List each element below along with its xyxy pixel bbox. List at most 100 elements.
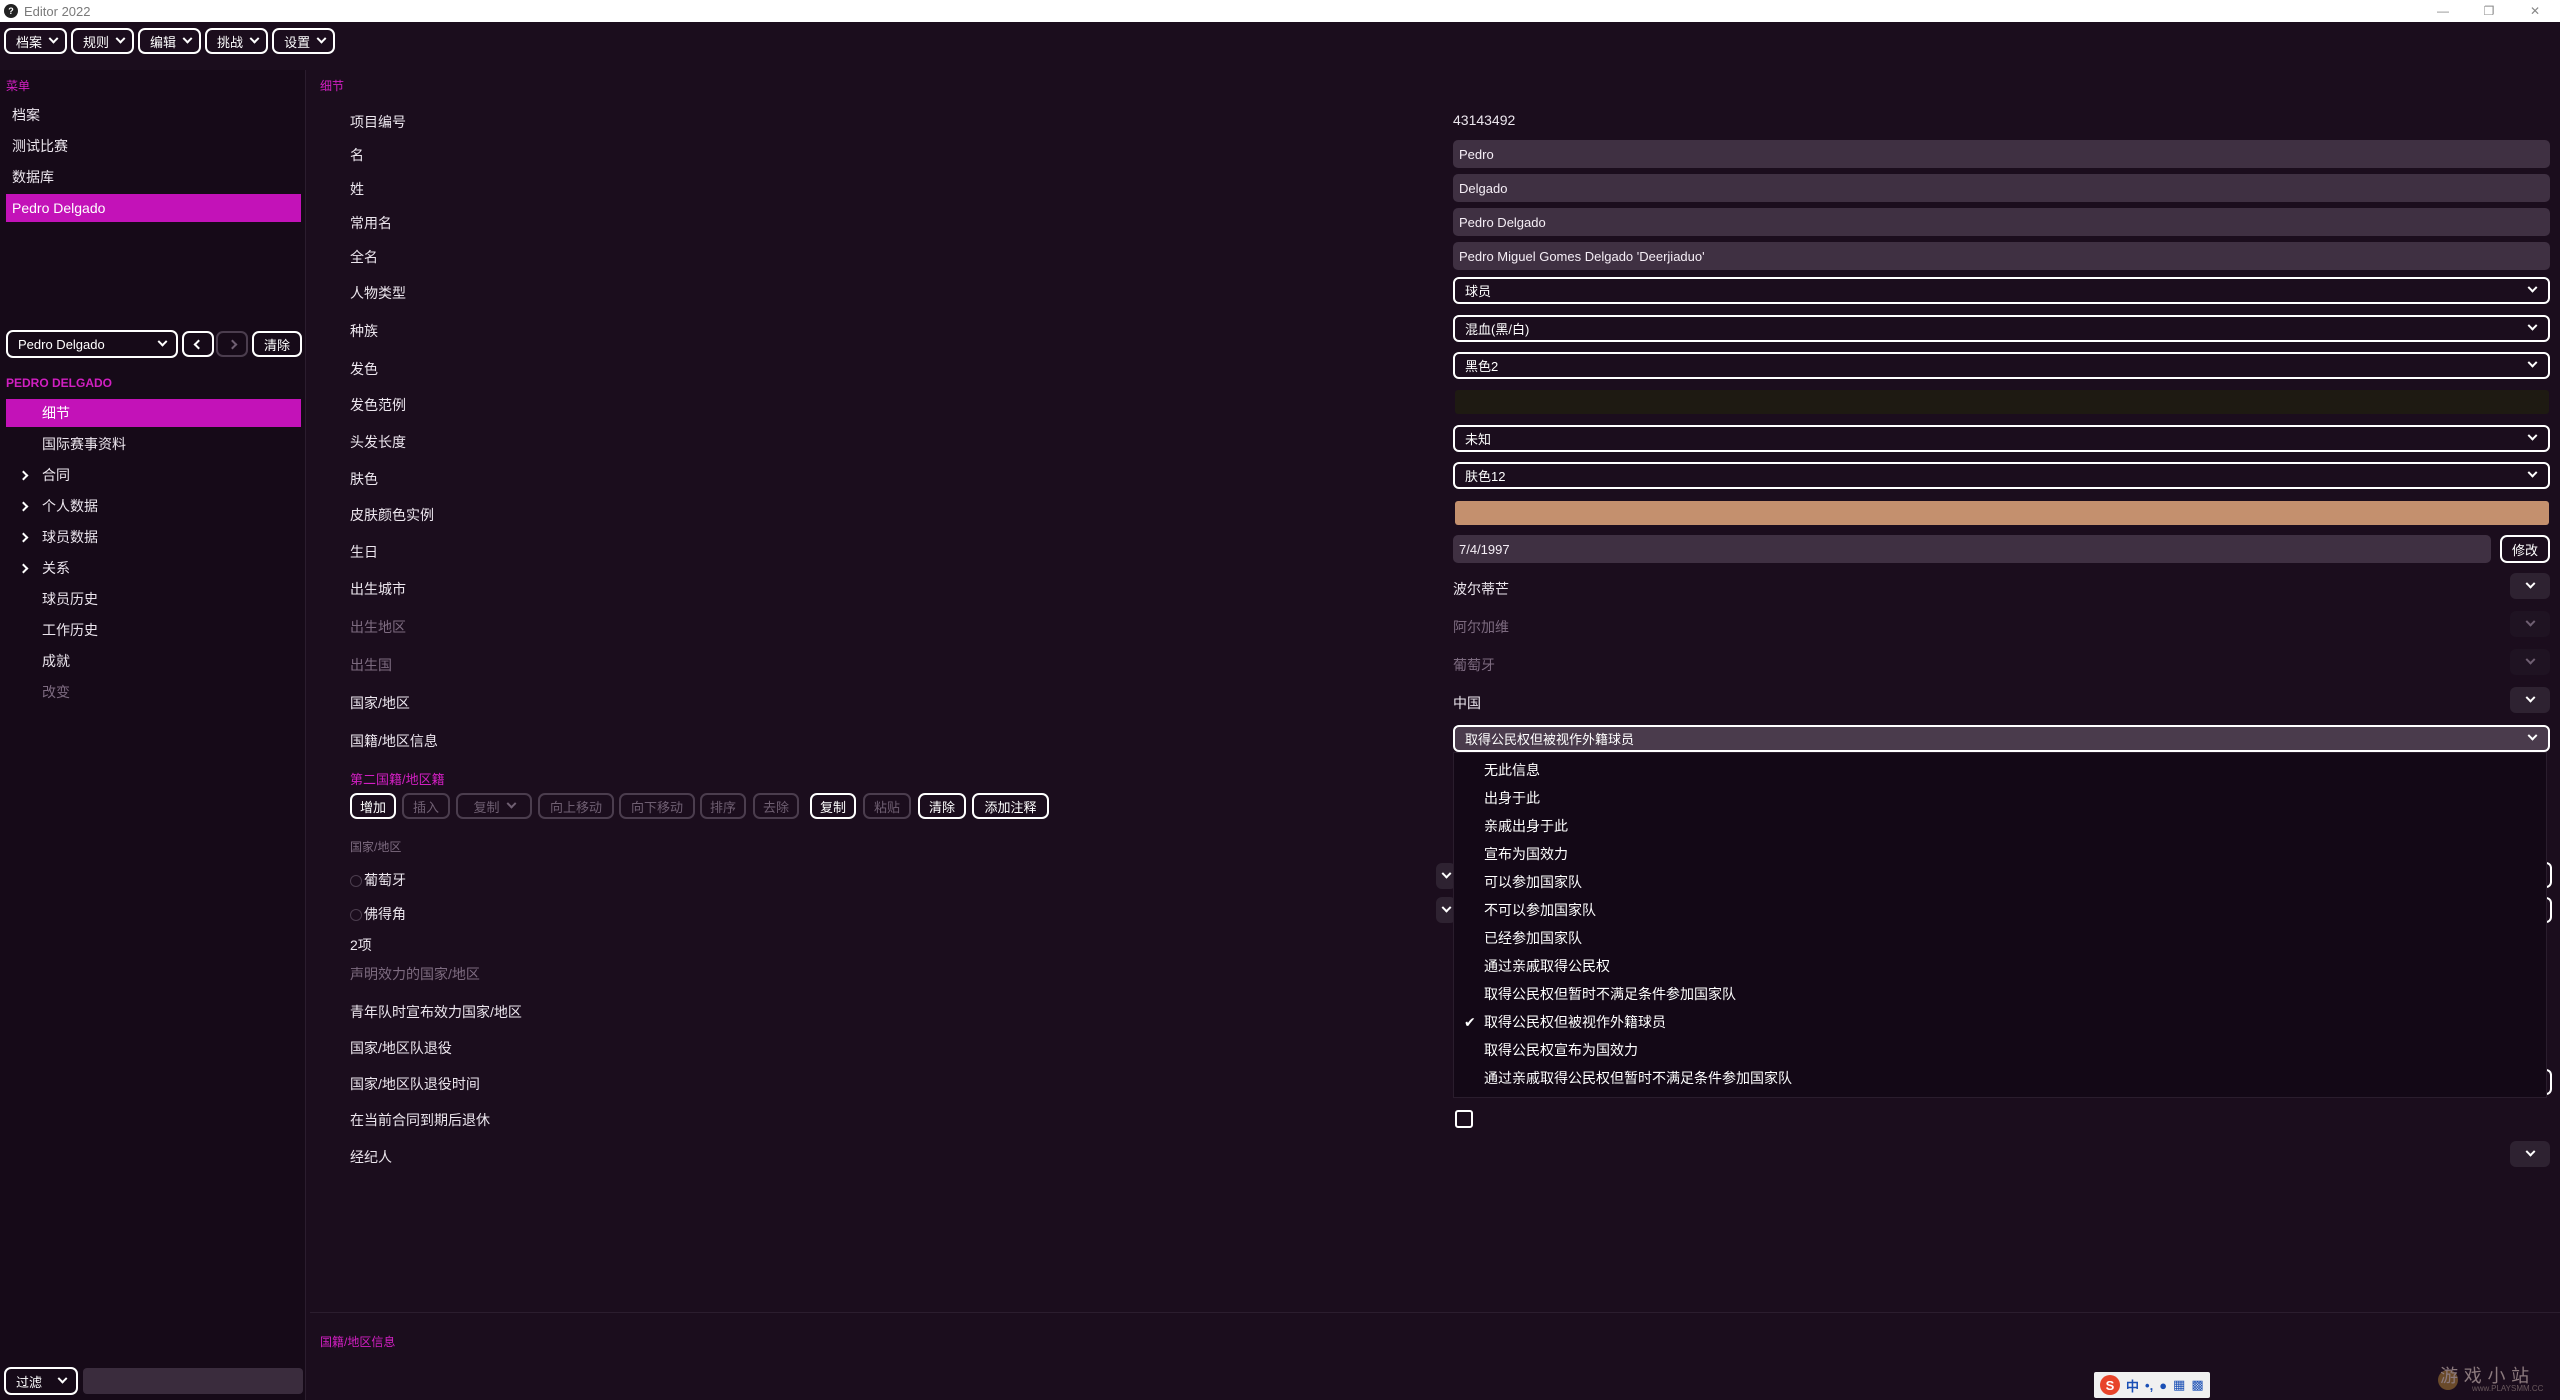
sidebar-item-test-match[interactable]: 测试比赛 xyxy=(6,132,301,160)
move-down-button[interactable]: 向下移动 xyxy=(619,793,695,819)
sidebar-item-player-data[interactable]: 球员数据 xyxy=(6,523,301,551)
clear-list-button[interactable]: 清除 xyxy=(918,793,966,819)
copy-button[interactable]: 复制 xyxy=(810,793,856,819)
restore-icon[interactable]: ❐ xyxy=(2466,0,2512,22)
sort-button[interactable]: 排序 xyxy=(700,793,746,819)
list-item-label: 佛得角 xyxy=(364,906,406,922)
dropdown-option[interactable]: 不可以参加国家队 xyxy=(1454,896,2548,924)
microphone-icon[interactable]: ● xyxy=(2159,1378,2167,1393)
person-select[interactable]: Pedro Delgado xyxy=(6,330,178,358)
insert-button[interactable]: 插入 xyxy=(402,793,450,819)
close-icon[interactable]: ✕ xyxy=(2512,0,2558,22)
last-name-field[interactable]: Delgado xyxy=(1453,174,2550,202)
dropdown-option[interactable]: 已经参加国家队 xyxy=(1454,924,2548,952)
add-note-button[interactable]: 添加注释 xyxy=(972,793,1049,819)
sidebar-item-person[interactable]: Pedro Delgado xyxy=(6,194,301,222)
chevron-down-icon xyxy=(182,33,193,44)
add-button[interactable]: 增加 xyxy=(350,793,396,819)
menu-label: 编辑 xyxy=(150,34,177,50)
sidebar-item-contract[interactable]: 合同 xyxy=(6,461,301,489)
birthday-field[interactable]: 7/4/1997 xyxy=(1453,535,2491,563)
radio-icon[interactable] xyxy=(350,909,362,922)
dropdown-option[interactable]: 取得公民权宣布为国效力 xyxy=(1454,1036,2548,1064)
remove-button[interactable]: 去除 xyxy=(753,793,799,819)
sidebar-item-achievements[interactable]: 成就 xyxy=(6,647,301,675)
sidebar-item-intl[interactable]: 国际赛事资料 xyxy=(6,430,301,458)
sidebar-item-label: 细节 xyxy=(42,405,70,421)
sidebar: 菜单 档案 测试比赛 数据库 Pedro Delgado Pedro Delga… xyxy=(0,70,306,1400)
chevron-down-icon xyxy=(2527,282,2538,293)
chevron-down-icon xyxy=(2525,616,2535,627)
forward-button[interactable] xyxy=(216,331,248,357)
back-button[interactable] xyxy=(182,331,214,357)
option-label: 可以参加国家队 xyxy=(1484,874,1582,890)
ime-mode-label[interactable]: 中 xyxy=(2126,1376,2139,1395)
dropdown-option[interactable]: 通过亲戚取得公民权但暂时不满足条件参加国家队 xyxy=(1454,1064,2548,1092)
filter-select[interactable]: 过滤 xyxy=(4,1367,78,1395)
birth-city-dropdown[interactable] xyxy=(2510,573,2550,599)
full-name-field[interactable]: Pedro Miguel Gomes Delgado 'Deerjiaduo' xyxy=(1453,242,2550,270)
first-name-field[interactable]: Pedro xyxy=(1453,140,2550,168)
chevron-right-icon[interactable] xyxy=(12,532,34,542)
chevron-right-icon[interactable] xyxy=(12,563,34,573)
dropdown-option[interactable]: 出身于此 xyxy=(1454,784,2548,812)
tools-icon[interactable]: ▩ xyxy=(2191,1377,2203,1393)
button-label: 修改 xyxy=(2511,542,2538,558)
clear-button[interactable]: 清除 xyxy=(252,331,302,357)
button-label: 去除 xyxy=(763,799,790,815)
list-item[interactable]: 葡萄牙 xyxy=(350,870,406,890)
person-type-dropdown[interactable]: 球员 xyxy=(1453,277,2550,304)
dropdown-option[interactable]: 宣布为国效力 xyxy=(1454,840,2548,868)
dropdown-option[interactable]: 通过亲戚取得公民权 xyxy=(1454,952,2548,980)
menu-bar: 档案 规则 编辑 挑战 设置 xyxy=(0,28,336,58)
list-item[interactable]: 佛得角 xyxy=(350,904,406,924)
dropdown-option[interactable]: 取得公民权但暂时不满足条件参加国家队 xyxy=(1454,980,2548,1008)
radio-icon[interactable] xyxy=(350,875,362,888)
dropdown-option-selected[interactable]: ✔ 取得公民权但被视作外籍球员 xyxy=(1454,1008,2548,1036)
chevron-right-icon[interactable] xyxy=(12,470,34,480)
common-name-field[interactable]: Pedro Delgado xyxy=(1453,208,2550,236)
sidebar-item-job-history[interactable]: 工作历史 xyxy=(6,616,301,644)
sidebar-item-player-history[interactable]: 球员历史 xyxy=(6,585,301,613)
ethnicity-dropdown[interactable]: 混血(黑/白) xyxy=(1453,315,2550,342)
filter-input[interactable] xyxy=(83,1368,303,1394)
copy-dropdown-button[interactable]: 复制 xyxy=(456,793,532,819)
sidebar-item-changes[interactable]: 改变 xyxy=(6,678,301,706)
birth-region-dropdown[interactable] xyxy=(2510,611,2550,637)
field-label: 在当前合同到期后退休 xyxy=(350,1112,490,1128)
nationality-info-dropdown[interactable]: 取得公民权但被视作外籍球员 xyxy=(1453,725,2550,752)
dropdown-option[interactable]: 亲戚出身于此 xyxy=(1454,812,2548,840)
menu-challenge[interactable]: 挑战 xyxy=(205,28,269,54)
retire-checkbox[interactable] xyxy=(1455,1110,1473,1128)
minimize-icon[interactable]: — xyxy=(2420,0,2466,22)
sidebar-item-file[interactable]: 档案 xyxy=(6,101,301,129)
move-up-button[interactable]: 向上移动 xyxy=(538,793,614,819)
birth-country-dropdown[interactable] xyxy=(2510,649,2550,675)
field-label: 姓 xyxy=(350,181,364,197)
skin-tone-dropdown[interactable]: 肤色12 xyxy=(1453,462,2550,489)
dropdown-option[interactable]: 无此信息 xyxy=(1454,756,2548,784)
menu-edit[interactable]: 编辑 xyxy=(138,28,202,54)
hair-color-dropdown[interactable]: 黑色2 xyxy=(1453,352,2550,379)
paste-button[interactable]: 粘贴 xyxy=(863,793,911,819)
sidebar-item-relations[interactable]: 关系 xyxy=(6,554,301,582)
menu-settings[interactable]: 设置 xyxy=(272,28,336,54)
keyboard-icon[interactable]: ▦ xyxy=(2173,1377,2185,1393)
menu-rules[interactable]: 规则 xyxy=(71,28,135,54)
ime-toolbar[interactable]: S 中 •, ● ▦ ▩ xyxy=(2094,1372,2210,1398)
sidebar-item-database[interactable]: 数据库 xyxy=(6,163,301,191)
menu-file[interactable]: 档案 xyxy=(4,28,68,54)
nation-dropdown[interactable] xyxy=(2510,687,2550,713)
sidebar-item-personal[interactable]: 个人数据 xyxy=(6,492,301,520)
item-count: 2项 xyxy=(350,937,372,953)
chevron-right-icon[interactable] xyxy=(12,501,34,511)
button-label: 向上移动 xyxy=(549,799,602,815)
modify-birthday-button[interactable]: 修改 xyxy=(2500,535,2550,563)
hair-length-dropdown[interactable]: 未知 xyxy=(1453,425,2550,452)
punctuation-icon[interactable]: •, xyxy=(2145,1378,2153,1393)
agent-dropdown[interactable] xyxy=(2510,1141,2550,1167)
sidebar-item-details[interactable]: 细节 xyxy=(6,399,301,427)
field-value: Pedro Delgado xyxy=(1459,214,1546,230)
dropdown-option[interactable]: 可以参加国家队 xyxy=(1454,868,2548,896)
sogou-icon[interactable]: S xyxy=(2100,1375,2120,1395)
